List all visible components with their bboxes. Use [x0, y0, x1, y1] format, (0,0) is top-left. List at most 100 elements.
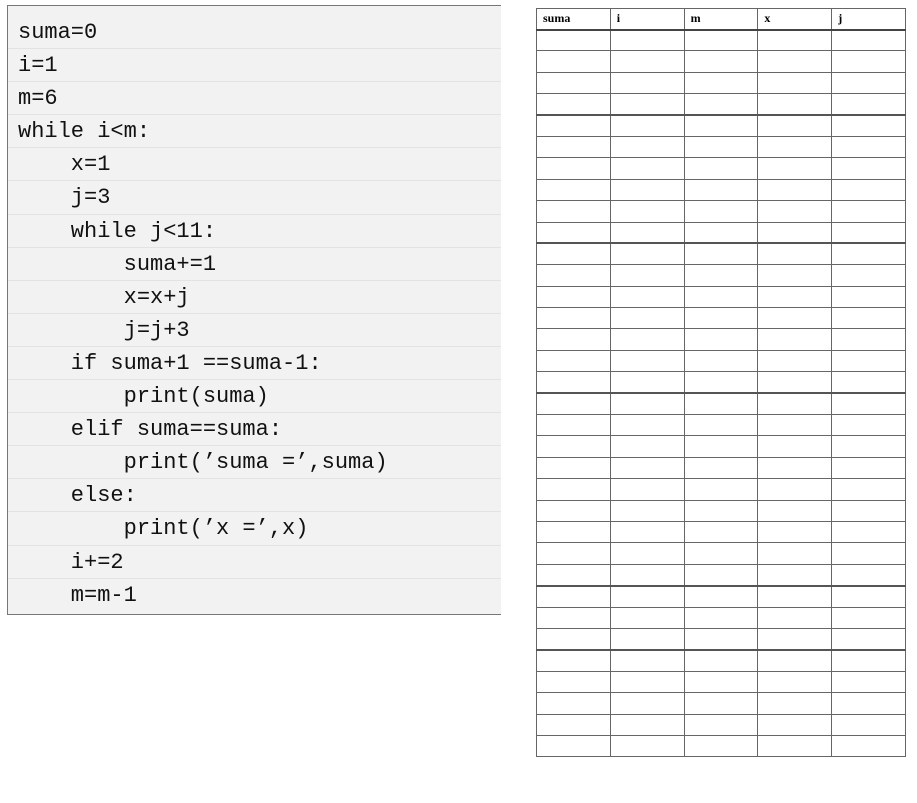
trace-table-cell[interactable] [609, 713, 685, 736]
trace-table-cell[interactable] [757, 28, 833, 52]
trace-table-cell[interactable] [757, 285, 833, 309]
trace-table-cell[interactable] [609, 670, 685, 694]
trace-table-cell[interactable] [757, 264, 833, 287]
trace-table-cell[interactable] [536, 520, 611, 544]
trace-table-cell[interactable] [757, 627, 833, 651]
trace-table-cell[interactable] [683, 114, 759, 137]
trace-table-cell[interactable] [536, 178, 611, 202]
trace-table-cell[interactable] [609, 264, 685, 287]
trace-table-cell[interactable] [683, 648, 759, 672]
trace-table-cell[interactable] [609, 692, 685, 715]
trace-table-cell[interactable] [831, 50, 906, 73]
trace-table-cell[interactable] [831, 178, 906, 202]
trace-table-cell[interactable] [536, 328, 611, 351]
trace-table-cell[interactable] [683, 93, 759, 116]
trace-table-cell[interactable] [831, 648, 906, 672]
trace-table-cell[interactable] [536, 392, 611, 416]
trace-table-cell[interactable] [831, 157, 906, 180]
trace-table-cell[interactable] [683, 157, 759, 180]
trace-table-cell[interactable] [831, 542, 906, 565]
trace-table-cell[interactable] [831, 520, 906, 544]
trace-table-cell[interactable] [536, 349, 611, 373]
trace-table-cell[interactable] [683, 50, 759, 73]
trace-table-cell[interactable] [536, 307, 611, 330]
trace-table-cell[interactable] [609, 456, 685, 480]
trace-table-cell[interactable] [536, 157, 611, 180]
trace-table-cell[interactable] [831, 692, 906, 715]
trace-table-cell[interactable] [609, 542, 685, 565]
trace-table-cell[interactable] [757, 71, 833, 95]
trace-table-cell[interactable] [683, 563, 759, 587]
trace-table-cell[interactable] [831, 670, 906, 694]
trace-table-cell[interactable] [831, 392, 906, 416]
trace-table-cell[interactable] [609, 435, 685, 458]
trace-table-cell[interactable] [609, 157, 685, 180]
trace-table-cell[interactable] [683, 200, 759, 223]
trace-table-cell[interactable] [683, 221, 759, 244]
trace-table-cell[interactable] [683, 542, 759, 565]
trace-table-cell[interactable] [536, 627, 611, 651]
trace-table-cell[interactable] [609, 328, 685, 351]
trace-table-cell[interactable] [536, 242, 611, 266]
trace-table-cell[interactable] [609, 563, 685, 587]
trace-table-cell[interactable] [831, 307, 906, 330]
trace-table-cell[interactable] [757, 606, 833, 629]
trace-table-cell[interactable] [609, 200, 685, 223]
trace-table-cell[interactable] [757, 93, 833, 116]
trace-table-cell[interactable] [609, 28, 685, 52]
trace-table-cell[interactable] [536, 135, 611, 159]
trace-table-cell[interactable] [683, 349, 759, 373]
trace-table-cell[interactable] [536, 71, 611, 95]
trace-table-cell[interactable] [757, 221, 833, 244]
trace-table-cell[interactable] [536, 456, 611, 480]
trace-table-cell[interactable] [757, 135, 833, 159]
trace-table-cell[interactable] [683, 178, 759, 202]
trace-table-cell[interactable] [757, 542, 833, 565]
trace-table-cell[interactable] [609, 606, 685, 629]
trace-table-cell[interactable] [609, 627, 685, 651]
trace-table-cell[interactable] [831, 371, 906, 394]
trace-table-cell[interactable] [757, 157, 833, 180]
trace-table-cell[interactable] [536, 670, 611, 694]
trace-table-cell[interactable] [683, 135, 759, 159]
trace-table-cell[interactable] [609, 114, 685, 137]
trace-table-cell[interactable] [757, 648, 833, 672]
trace-table-cell[interactable] [536, 371, 611, 394]
trace-table-cell[interactable] [757, 584, 833, 608]
trace-table-cell[interactable] [831, 242, 906, 266]
trace-table-cell[interactable] [831, 221, 906, 244]
trace-table-cell[interactable] [536, 200, 611, 223]
trace-table-cell[interactable] [683, 520, 759, 544]
trace-table-cell[interactable] [609, 478, 685, 501]
trace-table-cell[interactable] [757, 478, 833, 501]
trace-table-cell[interactable] [683, 584, 759, 608]
trace-table-cell[interactable] [831, 499, 906, 522]
trace-table-cell[interactable] [536, 584, 611, 608]
trace-table-cell[interactable] [536, 221, 611, 244]
trace-table-cell[interactable] [536, 114, 611, 137]
trace-table-cell[interactable] [683, 606, 759, 629]
trace-table-cell[interactable] [683, 478, 759, 501]
trace-table-cell[interactable] [831, 285, 906, 309]
trace-table-cell[interactable] [536, 285, 611, 309]
trace-table-cell[interactable] [757, 670, 833, 694]
trace-table-cell[interactable] [536, 542, 611, 565]
trace-table-cell[interactable] [757, 414, 833, 437]
trace-table-cell[interactable] [683, 414, 759, 437]
trace-table-cell[interactable] [757, 692, 833, 715]
trace-table-cell[interactable] [831, 584, 906, 608]
trace-table-cell[interactable] [757, 435, 833, 458]
trace-table-cell[interactable] [683, 264, 759, 287]
trace-table-cell[interactable] [757, 114, 833, 137]
trace-table-cell[interactable] [536, 93, 611, 116]
trace-table-cell[interactable] [536, 563, 611, 587]
trace-table-cell[interactable] [683, 713, 759, 736]
trace-table-cell[interactable] [536, 734, 611, 758]
trace-table-cell[interactable] [536, 264, 611, 287]
trace-table-cell[interactable] [683, 71, 759, 95]
trace-table-cell[interactable] [831, 135, 906, 159]
trace-table-cell[interactable] [683, 670, 759, 694]
trace-table-cell[interactable] [536, 28, 611, 52]
trace-table-cell[interactable] [609, 414, 685, 437]
trace-table-cell[interactable] [831, 349, 906, 373]
